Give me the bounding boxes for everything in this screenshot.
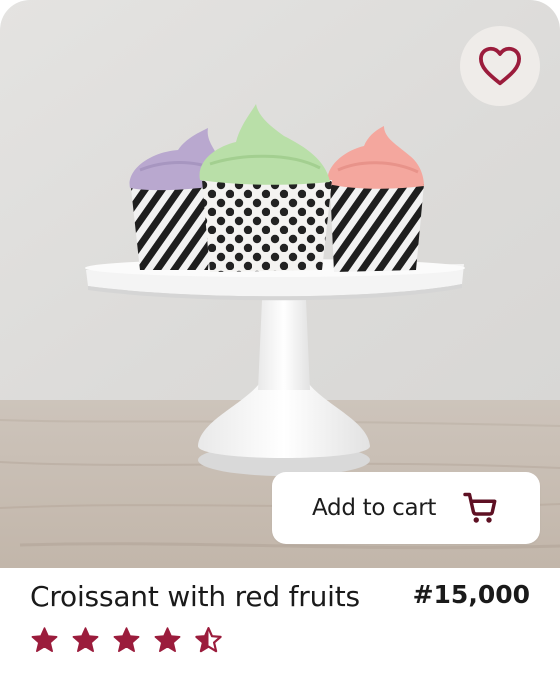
product-card: Add to cart Croissant with red fruits #1…: [0, 0, 560, 682]
star-icon: [113, 627, 140, 652]
cart-icon: [463, 492, 497, 523]
product-price: #15,000: [412, 580, 530, 609]
product-info: Croissant with red fruits #15,000: [0, 568, 560, 682]
star-icon: [31, 627, 58, 652]
product-title: Croissant with red fruits: [30, 580, 360, 613]
favorite-button[interactable]: [460, 26, 540, 106]
star-icon: [72, 627, 99, 652]
rating-stars: [30, 626, 223, 655]
star-icon: [154, 627, 181, 652]
add-to-cart-button[interactable]: Add to cart: [272, 472, 540, 544]
star-half-icon: [195, 627, 222, 653]
heart-icon: [479, 46, 521, 86]
add-to-cart-label: Add to cart: [312, 495, 437, 521]
